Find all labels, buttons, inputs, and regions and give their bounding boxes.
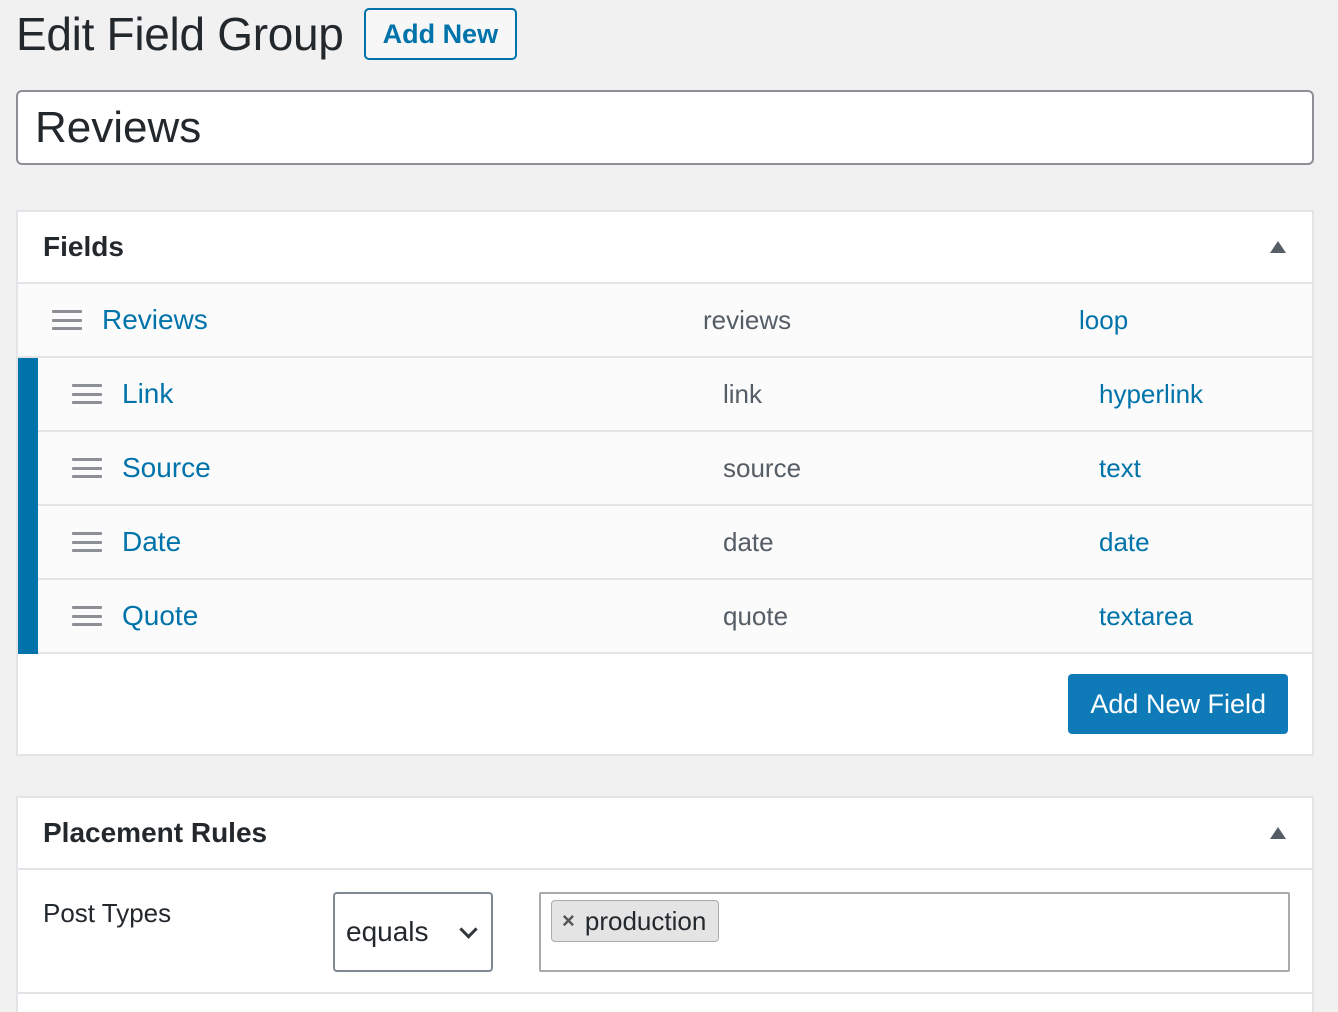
field-type-link[interactable]: date bbox=[1099, 527, 1150, 558]
placement-rules-title: Placement Rules bbox=[43, 817, 268, 848]
page-header: Edit Field Group Add New bbox=[16, 6, 518, 62]
page-title: Edit Field Group bbox=[16, 8, 344, 60]
drag-handle-icon[interactable] bbox=[72, 532, 102, 552]
field-name: date bbox=[723, 526, 774, 557]
fields-postbox-title: Fields bbox=[43, 231, 124, 262]
drag-handle-icon[interactable] bbox=[72, 384, 102, 404]
fields-footer: Add New Field bbox=[18, 654, 1312, 752]
selected-token: × production bbox=[551, 900, 720, 942]
add-new-field-button[interactable]: Add New Field bbox=[1068, 674, 1288, 734]
post-types-multiselect[interactable]: × production bbox=[539, 892, 1290, 972]
field-label-link[interactable]: Link bbox=[122, 378, 723, 410]
remove-token-icon[interactable]: × bbox=[562, 910, 575, 932]
field-type-link[interactable]: loop bbox=[1079, 305, 1128, 336]
field-type-link[interactable]: hyperlink bbox=[1099, 379, 1203, 410]
field-row[interactable]: Source source text bbox=[18, 432, 1312, 506]
fields-postbox-header[interactable]: Fields bbox=[18, 212, 1312, 284]
add-new-button[interactable]: Add New bbox=[363, 8, 518, 60]
field-name: source bbox=[723, 452, 802, 483]
drag-handle-icon[interactable] bbox=[52, 310, 82, 330]
drag-handle-icon[interactable] bbox=[72, 606, 102, 626]
field-label-link[interactable]: Reviews bbox=[102, 304, 703, 336]
field-type-link[interactable]: textarea bbox=[1099, 601, 1193, 632]
placement-rules-header[interactable]: Placement Rules bbox=[18, 798, 1312, 870]
collapse-arrow-icon[interactable] bbox=[1270, 827, 1286, 839]
operator-select[interactable]: equals bbox=[333, 892, 493, 972]
rule-label: Post Types bbox=[43, 898, 172, 928]
field-label-link[interactable]: Quote bbox=[122, 600, 723, 632]
field-row[interactable]: Quote quote textarea bbox=[18, 580, 1312, 654]
field-row[interactable]: Date date date bbox=[18, 506, 1312, 580]
field-row[interactable]: Link link hyperlink bbox=[18, 358, 1312, 432]
operator-select-value: equals bbox=[346, 916, 429, 947]
field-name: quote bbox=[723, 600, 789, 631]
placement-rules-postbox: Placement Rules Post Types equals × prod… bbox=[16, 796, 1314, 1012]
rule-row-post-types: Post Types equals × production bbox=[18, 870, 1312, 994]
fields-postbox: Fields Reviews reviews loop Link link hy… bbox=[16, 210, 1314, 756]
chevron-down-icon bbox=[459, 919, 478, 939]
field-type-link[interactable]: text bbox=[1099, 453, 1141, 484]
field-group-title-input[interactable] bbox=[16, 90, 1314, 165]
token-label: production bbox=[584, 905, 707, 936]
collapse-arrow-icon[interactable] bbox=[1270, 241, 1286, 253]
field-label-link[interactable]: Date bbox=[122, 526, 723, 558]
field-row[interactable]: Reviews reviews loop bbox=[18, 284, 1312, 358]
field-name: reviews bbox=[703, 304, 792, 335]
drag-handle-icon[interactable] bbox=[72, 458, 102, 478]
field-label-link[interactable]: Source bbox=[122, 452, 723, 484]
field-name: link bbox=[723, 378, 763, 409]
